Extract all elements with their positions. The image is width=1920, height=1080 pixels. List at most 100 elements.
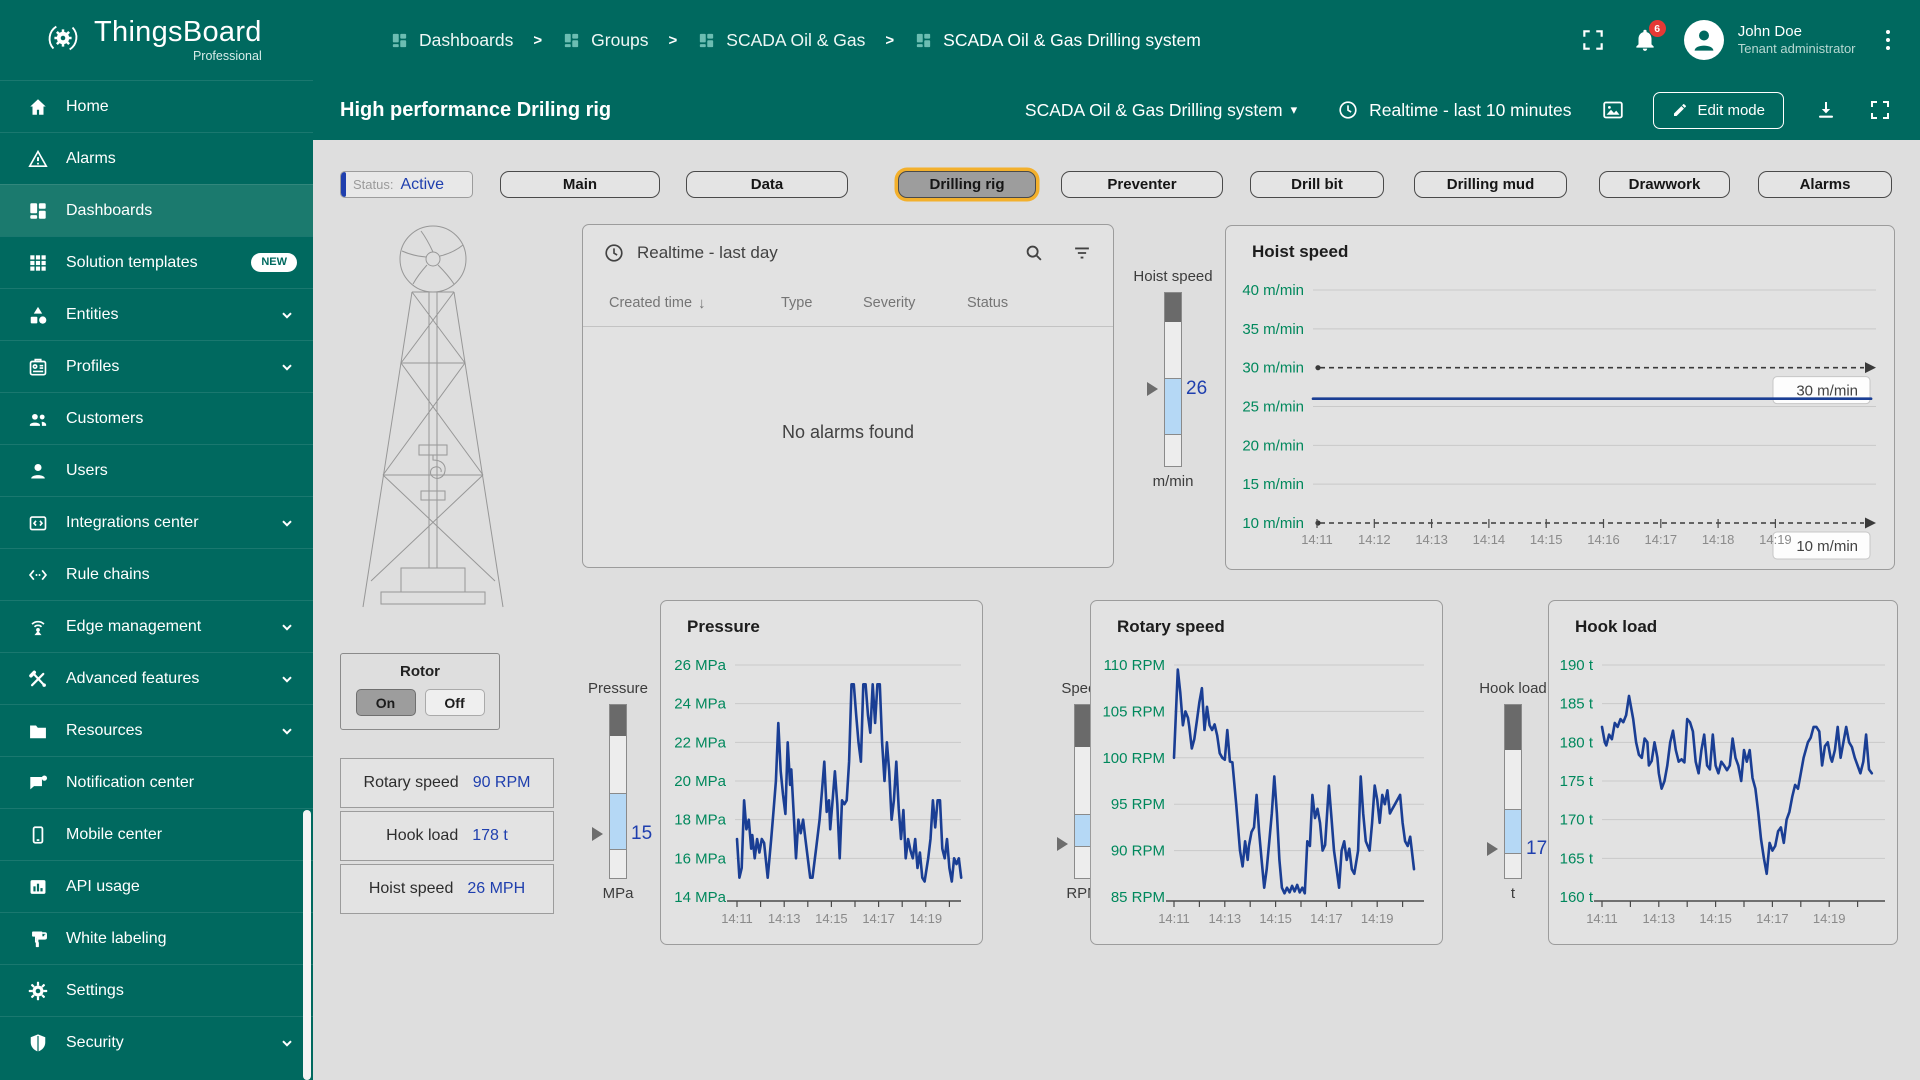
svg-text:16 MPa: 16 MPa — [674, 850, 726, 867]
gauge-value: 15 — [631, 822, 653, 844]
sidebar-item-dashboards[interactable]: Dashboards — [0, 184, 313, 236]
svg-text:14:19: 14:19 — [910, 911, 943, 926]
entities-icon — [27, 304, 49, 326]
no-alarms-message: No alarms found — [781, 422, 915, 442]
new-badge: NEW — [251, 253, 297, 272]
chart-title: Hook load — [1575, 617, 1658, 636]
tab-alarms[interactable]: Alarms — [1758, 171, 1892, 198]
tab-drill-bit[interactable]: Drill bit — [1250, 171, 1384, 198]
user-info[interactable]: John Doe Tenant administrator — [1738, 23, 1856, 58]
svg-text:10 m/min: 10 m/min — [1242, 515, 1304, 532]
tab-preventer[interactable]: Preventer — [1061, 171, 1223, 198]
status-value: Active — [400, 175, 445, 193]
filter-icon[interactable] — [1071, 242, 1093, 264]
svg-text:14:19: 14:19 — [1813, 911, 1846, 926]
sidebar-item-customers[interactable]: Customers — [0, 392, 313, 444]
tab-drawwork[interactable]: Drawwork — [1599, 171, 1730, 198]
stat-value: 26 MPH — [467, 880, 526, 897]
rotor-off-button[interactable]: Off — [424, 689, 485, 716]
sidebar-item-label: Notification center — [66, 773, 195, 791]
sidebar-item-security[interactable]: Security — [0, 1016, 313, 1068]
gauge-pointer-icon — [592, 826, 610, 841]
download-icon[interactable] — [1814, 98, 1838, 122]
tab-data[interactable]: Data — [686, 171, 848, 198]
table-divider — [583, 326, 1113, 327]
integrations-icon — [27, 512, 49, 534]
top-header: Dashboards > Groups > SCADA Oil & Gas > … — [313, 0, 1920, 80]
sidebar-item-profiles[interactable]: Profiles — [0, 340, 313, 392]
pencil-icon — [1674, 104, 1687, 116]
sidebar-item-label: Solution templates — [66, 253, 198, 271]
sidebar-item-users[interactable]: Users — [0, 444, 313, 496]
svg-text:10 m/min: 10 m/min — [1796, 538, 1858, 555]
breadcrumb-scada-oil-gas[interactable]: SCADA Oil & Gas — [697, 30, 865, 51]
overflow-menu-icon[interactable] — [1882, 26, 1895, 55]
brand-logo[interactable]: ThingsBoard Professional — [0, 0, 313, 80]
svg-text:14:14: 14:14 — [1473, 532, 1506, 547]
sidebar-item-solution-templates[interactable]: Solution templates NEW — [0, 236, 313, 288]
sidebar-item-resources[interactable]: Resources — [0, 704, 313, 756]
sidebar-item-label: Integrations center — [66, 513, 199, 531]
notification-center-icon — [27, 772, 49, 794]
edit-mode-button[interactable]: Edit mode — [1653, 91, 1784, 129]
svg-text:165 t: 165 t — [1560, 850, 1594, 867]
svg-text:170 t: 170 t — [1560, 812, 1594, 829]
header-actions: 6 John Doe Tenant administrator — [1580, 20, 1920, 60]
sidebar-item-rule-chains[interactable]: Rule chains — [0, 548, 313, 600]
sidebar-scrollbar[interactable] — [303, 810, 311, 1080]
svg-text:24 MPa: 24 MPa — [674, 696, 726, 713]
sidebar-nav: Home Alarms Dashboards Solution template… — [0, 80, 313, 1068]
dashboard-state-select[interactable]: SCADA Oil & Gas Drilling system ▾ — [1025, 100, 1297, 121]
alarms-icon — [27, 148, 49, 170]
fullscreen-icon[interactable] — [1580, 27, 1606, 53]
svg-text:20 m/min: 20 m/min — [1242, 437, 1304, 454]
sidebar-item-advanced-features[interactable]: Advanced features — [0, 652, 313, 704]
breadcrumb-dashboards[interactable]: Dashboards — [390, 30, 513, 51]
avatar[interactable] — [1683, 20, 1724, 60]
column-status[interactable]: Status — [967, 295, 1057, 311]
fullscreen-dashboard-icon[interactable] — [1868, 98, 1892, 122]
thingsboard-app: ThingsBoard Professional Home Alarms Das… — [0, 0, 1920, 1080]
edit-mode-label: Edit mode — [1697, 101, 1765, 119]
column-type[interactable]: Type — [781, 295, 863, 311]
svg-text:14:13: 14:13 — [768, 911, 801, 926]
sidebar-item-integrations-center[interactable]: Integrations center — [0, 496, 313, 548]
sidebar-item-api-usage[interactable]: API usage — [0, 860, 313, 912]
status-badge[interactable]: Status: Active — [340, 171, 473, 198]
sidebar-item-entities[interactable]: Entities — [0, 288, 313, 340]
tab-main[interactable]: Main — [500, 171, 660, 198]
sidebar-item-notification-center[interactable]: Notification center — [0, 756, 313, 808]
alarms-timewindow[interactable]: Realtime - last day — [637, 243, 778, 263]
sidebar-item-edge-management[interactable]: Edge management — [0, 600, 313, 652]
chevron-down-icon — [282, 363, 292, 371]
tab-drilling-rig[interactable]: Drilling rig — [898, 171, 1036, 198]
column-severity[interactable]: Severity — [863, 295, 967, 311]
rotor-title: Rotor — [400, 663, 440, 680]
image-gallery-icon[interactable] — [1601, 98, 1625, 122]
timewindow-button[interactable]: Realtime - last 10 minutes — [1337, 99, 1571, 121]
sidebar-item-white-labeling[interactable]: White labeling — [0, 912, 313, 964]
svg-text:90 RPM: 90 RPM — [1111, 843, 1165, 860]
sidebar-item-alarms[interactable]: Alarms — [0, 132, 313, 184]
notifications-bell-icon[interactable]: 6 — [1632, 20, 1666, 53]
svg-text:14 MPa: 14 MPa — [674, 889, 726, 906]
breadcrumb-drilling-system[interactable]: SCADA Oil & Gas Drilling system — [914, 30, 1201, 51]
breadcrumb-groups[interactable]: Groups — [562, 30, 649, 51]
rotary-speed-chart-widget: Rotary speed 110 RPM 105 RPM 100 RPM 95 RPM… — [1090, 600, 1443, 945]
sidebar-item-mobile-center[interactable]: Mobile center — [0, 808, 313, 860]
gauge-pointer-icon — [1147, 382, 1165, 397]
svg-text:18 MPa: 18 MPa — [674, 812, 726, 829]
alarms-widget-header: Realtime - last day — [583, 225, 1113, 264]
search-icon[interactable] — [1023, 242, 1045, 264]
drilling-rig-illustration — [362, 225, 504, 608]
rotor-on-button[interactable]: On — [355, 689, 416, 716]
sidebar-item-home[interactable]: Home — [0, 80, 313, 132]
tab-drilling-mud[interactable]: Drilling mud — [1414, 171, 1567, 198]
rotary-speed-chart: 110 RPM 105 RPM 100 RPM 95 RPM 90 RPM 85 RPM 1… — [1091, 601, 1442, 944]
column-created-time[interactable]: Created time ↓ — [609, 295, 781, 312]
svg-text:14:19: 14:19 — [1759, 532, 1792, 547]
dashboard-select-value: SCADA Oil & Gas Drilling system — [1024, 99, 1283, 120]
sidebar-item-settings[interactable]: Settings — [0, 964, 313, 1016]
sidebar-item-label: Mobile center — [66, 825, 163, 843]
svg-text:14:17: 14:17 — [1310, 911, 1343, 926]
